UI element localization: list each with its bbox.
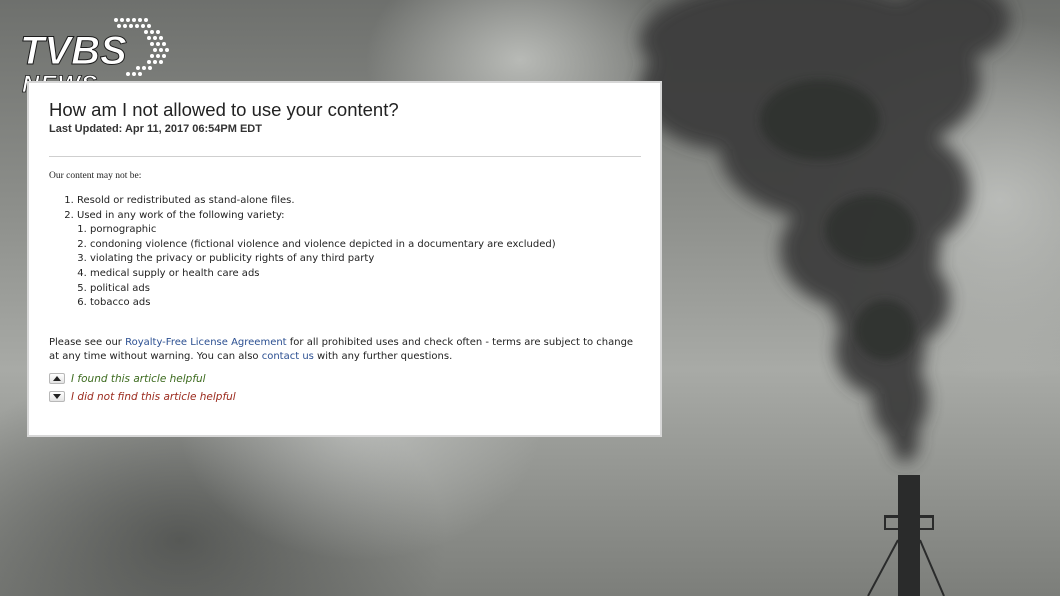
article-title: How am I not allowed to use your content… <box>49 99 399 120</box>
last-updated: Last Updated: Apr 11, 2017 06:54PM EDT <box>49 123 262 135</box>
helpful-label[interactable]: I found this article helpful <box>71 373 206 385</box>
license-agreement-link[interactable]: Royalty-Free License Agreement <box>125 337 287 348</box>
restrictions-list: Resold or redistributed as stand-alone f… <box>49 194 640 311</box>
license-paragraph: Please see our Royalty-Free License Agre… <box>49 336 634 363</box>
helpful-feedback[interactable]: I found this article helpful <box>49 373 640 385</box>
list-item: Used in any work of the following variet… <box>77 209 640 311</box>
list-item: Resold or redistributed as stand-alone f… <box>77 194 640 209</box>
downvote-button[interactable] <box>49 391 65 403</box>
svg-text:TVBS: TVBS <box>20 29 127 73</box>
intro-text: Our content may not be: <box>49 171 142 181</box>
variety-list: pornographic condoning violence (fiction… <box>77 223 640 311</box>
news-video-frame: TVBS NEWS How am I not allowed to use yo… <box>0 0 1060 596</box>
not-helpful-feedback[interactable]: I did not find this article helpful <box>49 391 640 403</box>
list-item: tobacco ads <box>90 296 640 311</box>
contact-us-link[interactable]: contact us <box>262 351 314 362</box>
list-item: violating the privacy or publicity right… <box>90 252 640 267</box>
list-item: medical supply or health care ads <box>90 267 640 282</box>
list-item: condoning violence (fictional violence a… <box>90 238 640 253</box>
upvote-button[interactable] <box>49 373 65 385</box>
list-item: political ads <box>90 282 640 297</box>
triangle-up-icon <box>53 376 61 382</box>
chimney <box>867 475 945 596</box>
divider <box>49 156 641 157</box>
article-panel: How am I not allowed to use your content… <box>27 81 662 437</box>
triangle-down-icon <box>53 394 61 400</box>
list-item: pornographic <box>90 223 640 238</box>
not-helpful-label[interactable]: I did not find this article helpful <box>71 391 236 403</box>
